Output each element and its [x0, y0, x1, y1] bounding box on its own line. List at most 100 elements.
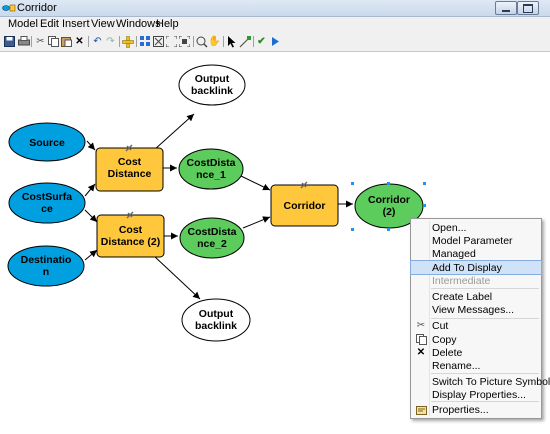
menu-model[interactable]: Model [8, 18, 38, 30]
toolbar: ✂ ✕ ↶ ↷ ✋ ✔ [0, 33, 550, 52]
menu-item-add-to-display[interactable]: Add To Display [410, 259, 542, 276]
print-icon[interactable] [17, 35, 30, 48]
menu-item-model-parameter[interactable]: Model Parameter [411, 234, 541, 247]
node-label-line: backlink [195, 320, 237, 332]
node-source[interactable]: Source [8, 122, 86, 162]
node-label-line: Distance [108, 168, 152, 180]
node-corridor-tool[interactable]: Corridor [270, 181, 339, 227]
minimize-button[interactable] [495, 1, 517, 15]
node-output-backlink-1[interactable]: Output backlink [178, 64, 246, 106]
properties-icon [415, 404, 427, 416]
modelbuilder-app-icon [2, 4, 16, 12]
pan-icon[interactable]: ✋ [208, 35, 221, 48]
menu-item-label: View Messages... [432, 304, 515, 317]
node-source-label: Source [29, 137, 65, 149]
zoom-fit-icon[interactable] [165, 35, 178, 48]
node-costsurface[interactable]: CostSurfa ce [8, 182, 86, 224]
node-output-backlink-1-label: Output backlink [191, 73, 233, 97]
node-cost-distance-tool[interactable]: Cost Distance [95, 144, 164, 192]
run-icon[interactable] [268, 35, 281, 48]
auto-layout-icon[interactable] [139, 35, 152, 48]
menu-edit[interactable]: Edit [40, 18, 59, 30]
menu-item-rename[interactable]: Rename... [411, 359, 541, 372]
toolbar-separator [119, 36, 120, 47]
cut-icon[interactable]: ✂ [34, 35, 47, 48]
menu-item-label: Properties... [432, 403, 489, 416]
validate-icon[interactable]: ✔ [255, 35, 268, 48]
menu-item-properties[interactable]: Properties... [411, 403, 541, 416]
paste-icon[interactable] [60, 35, 73, 48]
node-label-line: CostDista [187, 226, 236, 238]
node-label-line: Cost [119, 224, 143, 236]
node-label-line: nce_2 [197, 238, 227, 250]
menu-insert[interactable]: Insert [62, 18, 90, 30]
menu-item-label: Switch To Picture Symbol [432, 375, 550, 388]
menu-item-label: Managed [432, 248, 476, 261]
menu-item-delete[interactable]: ✕ Delete [411, 346, 541, 359]
node-label-line: Corridor [368, 194, 410, 206]
menu-bar: Model Edit Insert View Windows Help [0, 16, 550, 33]
maximize-button[interactable] [517, 1, 539, 15]
copy-icon[interactable] [47, 35, 60, 48]
menu-item-label: Copy [432, 333, 457, 346]
node-destination[interactable]: Destinatio n [7, 245, 85, 287]
node-label-line: Source [29, 137, 65, 149]
cut-icon: ✂ [416, 320, 426, 332]
menu-view[interactable]: View [91, 18, 115, 30]
menu-item-switch-to-picture-symbol[interactable]: Switch To Picture Symbol [411, 375, 550, 388]
menu-item-copy[interactable]: Copy [411, 333, 541, 346]
save-icon[interactable] [3, 35, 16, 48]
node-label-line: Output [195, 73, 230, 85]
menu-item-cut[interactable]: ✂ Cut [411, 319, 541, 332]
node-costdistance-2[interactable]: CostDista nce_2 [179, 217, 245, 259]
node-label-line: Cost [118, 156, 142, 168]
menu-item-intermediate[interactable]: Intermediate [411, 274, 541, 287]
connector-costdistance2-backlink2 [153, 255, 201, 300]
menu-item-open[interactable]: Open... [411, 221, 541, 234]
menu-item-label: Model Parameter [432, 235, 513, 248]
menu-item-display-properties[interactable]: Display Properties... [411, 388, 541, 401]
connect-icon[interactable] [238, 35, 251, 48]
node-corridor-tool-label: Corridor [284, 200, 326, 212]
node-label-line: Corridor [284, 200, 326, 212]
menu-item-label: Cut [432, 320, 449, 333]
zoom-to-page-icon[interactable] [178, 35, 191, 48]
toolbar-separator [223, 36, 224, 47]
connector-source-costdistance [86, 140, 96, 151]
select-icon[interactable] [225, 35, 238, 48]
full-extent-icon[interactable] [152, 35, 165, 48]
add-data-icon[interactable] [121, 35, 134, 48]
menu-windows[interactable]: Windows [116, 18, 161, 30]
node-label-line: ce [41, 203, 53, 215]
node-label-line: (2) [383, 206, 396, 218]
node-output-backlink-2-label: Output backlink [195, 308, 237, 332]
toolbar-separator [31, 36, 32, 47]
connector-destination-costdistance2 [84, 249, 98, 261]
redo-icon[interactable]: ↷ [104, 35, 117, 48]
connector-costsurface-costdistance2 [84, 209, 98, 223]
delete-icon[interactable]: ✕ [73, 35, 86, 48]
menu-item-managed[interactable]: Managed [411, 247, 541, 260]
menu-item-view-messages[interactable]: View Messages... [411, 303, 541, 316]
connector-costdistance-backlink1 [153, 113, 195, 151]
menu-help[interactable]: Help [156, 18, 179, 30]
title-bar[interactable]: Corridor [0, 0, 550, 17]
connector-costsurface-costdistance [84, 183, 96, 197]
maximize-icon [523, 3, 533, 13]
node-output-backlink-2[interactable]: Output backlink [181, 298, 251, 342]
node-costdistance-1[interactable]: CostDista nce_1 [178, 148, 244, 190]
menu-item-label: Intermediate [432, 275, 491, 288]
toolbar-separator [253, 36, 254, 47]
node-label-line: backlink [191, 85, 233, 97]
menu-item-label: Create Label [432, 291, 493, 304]
menu-item-label: Rename... [432, 360, 481, 373]
node-label-line: CostDista [186, 157, 235, 169]
node-cost-distance-2-tool[interactable]: Cost Distance (2) [96, 211, 165, 258]
undo-icon[interactable]: ↶ [91, 35, 104, 48]
connector-costdistance1-corridor [240, 175, 271, 191]
menu-item-label: Open... [432, 221, 467, 234]
toolbar-separator [88, 36, 89, 47]
window-title: Corridor [17, 2, 57, 14]
zoom-in-icon[interactable] [195, 35, 208, 48]
menu-item-create-label[interactable]: Create Label [411, 290, 541, 303]
